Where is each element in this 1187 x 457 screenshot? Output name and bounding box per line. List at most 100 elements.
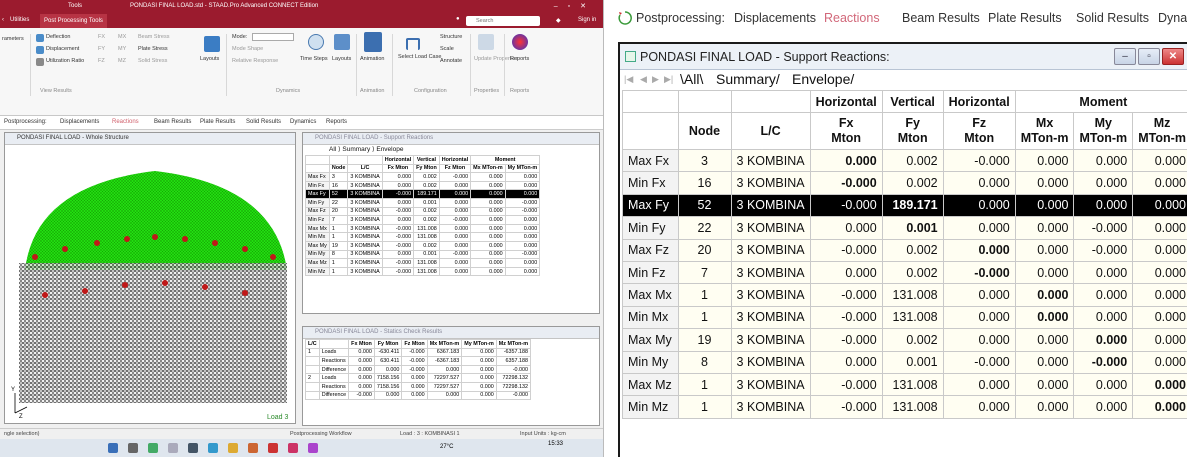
column-header[interactable]: L/C [730, 112, 811, 150]
minimize-icon[interactable]: – [1114, 48, 1136, 65]
fx-button[interactable]: FX [98, 34, 105, 40]
table-row[interactable]: Max Mx 1 3 KOMBINA -0.000 131.008 0.000 0.000 0… [305, 223, 541, 234]
time-steps-button[interactable]: Time Steps [300, 56, 328, 62]
table-row[interactable]: Max Fx 3 3 KOMBINA 0.000 0.002 -0.000 0.000 0.0… [305, 172, 541, 182]
tab-reports[interactable]: Reports [326, 119, 347, 125]
column-header[interactable]: Mx MTon-m [1014, 112, 1075, 150]
mode-select[interactable] [252, 33, 294, 41]
tab-reactions[interactable]: Reactions [112, 119, 139, 125]
table-row[interactable]: 1 Loads 0.000 -630.411 -0.000 6367.183 0.000 -6… [305, 347, 532, 358]
statics-check-window[interactable]: PONDASI FINAL LOAD - Statics Check Resul… [302, 326, 600, 426]
table-row[interactable]: Min Fz 7 3 KOMBINA 0.000 0.002 -0.000 0.000 0.0… [622, 260, 1187, 285]
table-row[interactable]: Max My 19 3 KOMBINA -0.000 0.002 0.000 0.000 0.… [305, 240, 541, 251]
table-row[interactable]: Max Fz 20 3 KOMBINA -0.000 0.002 0.000 0.000 -0… [622, 238, 1187, 262]
column-header[interactable]: Fx Mton [809, 112, 883, 150]
table-row[interactable]: Difference 0.000 0.000 -0.000 0.000 0.000 -0.0… [305, 364, 532, 375]
window-controls[interactable]: –▫✕ [554, 2, 596, 10]
reactions-grid[interactable]: Horizontal Vertical Horizontal Moment No… [622, 90, 1187, 457]
sign-in-link[interactable]: Sign in [578, 17, 596, 23]
table-row[interactable]: Min Mx 1 3 KOMBINA -0.000 131.008 0.000 0.000 0… [305, 232, 541, 242]
table-row[interactable]: Max Fx 3 3 KOMBINA 0.000 0.002 -0.000 0.000 0.0… [622, 148, 1187, 173]
utilization-ratio-button[interactable]: Utilization Ratio [46, 58, 84, 64]
app-icon-6[interactable] [288, 443, 298, 453]
app-icon-2[interactable] [208, 443, 218, 453]
column-header[interactable]: Mz MTon-m [1132, 112, 1187, 150]
structure-button[interactable]: Structure [440, 34, 462, 40]
tab-solid-results[interactable]: Solid Results [246, 119, 281, 125]
tab-plate-results-zoom[interactable]: Plate Results [988, 11, 1062, 25]
sheet-tab-summary[interactable]: Summary/ [716, 71, 780, 87]
displacement-button[interactable]: Displacement [46, 46, 79, 52]
table-row[interactable]: Min My 8 3 KOMBINA 0.000 0.001 -0.000 0.000 -0.… [622, 350, 1187, 374]
annotate-button[interactable]: Annotate [440, 58, 462, 64]
help-icon[interactable]: ● [456, 16, 460, 22]
deflection-button[interactable]: Deflection [46, 34, 70, 40]
tab-beam-results[interactable]: Beam Results [154, 119, 191, 125]
table-row[interactable]: Max Mx 1 3 KOMBINA -0.000 131.008 0.000 0.000 0… [622, 283, 1187, 307]
table-row[interactable]: Difference -0.000 0.000 0.000 0.000 0.000 -0.0… [305, 390, 532, 401]
tab-utilities[interactable]: Utilities [10, 17, 29, 23]
table-row[interactable]: Min Fx 16 3 KOMBINA 0.000 0.002 0.000 0.000 0.0… [305, 180, 541, 191]
scale-button[interactable]: Scale [440, 46, 454, 52]
solid-stress-button[interactable]: Solid Stress [138, 58, 167, 64]
support-reactions-mini-window[interactable]: PONDASI FINAL LOAD - Support Reactions A… [302, 132, 600, 314]
user-icon[interactable]: ◆ [556, 17, 561, 24]
table-row[interactable]: Max Mz 1 3 KOMBINA -0.000 131.008 0.000 0.000 0… [622, 372, 1187, 397]
sheet-tab-envelope[interactable]: Envelope/ [792, 71, 854, 87]
table-row[interactable]: Max My 19 3 KOMBINA -0.000 0.002 0.000 0.000 0.… [622, 328, 1187, 352]
table-row[interactable]: Min Mx 1 3 KOMBINA -0.000 131.008 0.000 0.000 0… [622, 305, 1187, 330]
structure-3d-view[interactable]: Load 3 Y Z [5, 145, 295, 423]
support-reactions-window[interactable]: PONDASI FINAL LOAD - Support Reactions: … [618, 42, 1187, 457]
tab-post-processing-tools[interactable]: Post Processing Tools [40, 14, 107, 28]
reports-button[interactable]: Reports [510, 56, 529, 62]
tab-solid-results-zoom[interactable]: Solid Results [1076, 11, 1149, 25]
table-row[interactable]: Reactions 0.000 7158.156 0.000 72297.527 0.00… [305, 381, 532, 392]
table-row[interactable]: Reactions 0.000 630.411 -0.000 -6367.183 0.00… [305, 356, 532, 366]
first-sheet-icon[interactable]: |◀ [624, 74, 633, 85]
next-sheet-icon[interactable]: ▶ [652, 74, 659, 85]
table-row[interactable]: Min Fy 22 3 KOMBINA 0.000 0.001 0.000 0.000 -0.… [622, 216, 1187, 240]
mx-button[interactable]: MX [118, 34, 126, 40]
table-row[interactable]: Min Fz 7 3 KOMBINA 0.000 0.002 -0.000 0.000 0.0… [305, 215, 541, 225]
table-row[interactable]: Min Fy 22 3 KOMBINA 0.000 0.001 0.000 0.000 -0.… [305, 197, 541, 208]
fz-button[interactable]: FZ [98, 58, 105, 64]
fy-button[interactable]: FY [98, 46, 105, 52]
table-row[interactable]: Min Mz 1 3 KOMBINA -0.000 131.008 0.000 0.000 0… [622, 395, 1187, 419]
mode-shape-button[interactable]: Mode Shape [232, 46, 263, 52]
close-icon[interactable]: ✕ [1162, 48, 1184, 65]
tab-displacements[interactable]: Displacements [60, 119, 99, 125]
select-load-case-button[interactable]: Select Load Case [398, 54, 441, 60]
column-header[interactable]: Node [677, 112, 732, 150]
column-header[interactable]: My MTon-m [1073, 112, 1134, 150]
taskview-icon[interactable] [148, 443, 158, 453]
table-row[interactable]: Min Fx 16 3 KOMBINA -0.000 0.002 0.000 0.000 0.… [622, 171, 1187, 195]
my-button[interactable]: MY [118, 46, 126, 52]
tab-dynamic-zoom[interactable]: Dynamic [1158, 11, 1187, 25]
app-icon-1[interactable] [188, 443, 198, 453]
column-header[interactable]: Fy Mton [881, 112, 944, 150]
column-header[interactable]: Fz Mton [942, 112, 1016, 150]
table-row[interactable]: Max Fy 52 3 KOMBINA -0.000 189.171 0.000 0.000… [305, 189, 541, 199]
whole-structure-window[interactable]: PONDASI FINAL LOAD - Whole Structure Loa… [4, 132, 296, 424]
prev-sheet-icon[interactable]: ◀ [640, 74, 647, 85]
table-row[interactable]: Max Fz 20 3 KOMBINA -0.000 0.002 0.000 0.000 -0… [305, 206, 541, 217]
tab-reactions-zoom[interactable]: Reactions [824, 11, 880, 25]
search-input[interactable]: Search [466, 16, 540, 26]
table-row[interactable]: 2 Loads 0.000 7158.156 0.000 72297.527 0.000 72… [305, 373, 532, 383]
layouts-button[interactable]: Layouts [200, 56, 219, 62]
tab-plate-results[interactable]: Plate Results [200, 119, 235, 125]
app-icon-4[interactable] [248, 443, 258, 453]
app-icon-5[interactable] [268, 443, 278, 453]
tab-dynamics[interactable]: Dynamics [290, 119, 316, 125]
start-icon[interactable] [108, 443, 118, 453]
widgets-icon[interactable] [168, 443, 178, 453]
last-sheet-icon[interactable]: ▶| [664, 74, 673, 85]
animation-button[interactable]: Animation [360, 56, 384, 62]
table-row[interactable]: Min My 8 3 KOMBINA 0.000 0.001 -0.000 0.000 -0.… [305, 249, 541, 260]
search-task-icon[interactable] [128, 443, 138, 453]
table-row[interactable]: Max Mz 1 3 KOMBINA -0.000 131.008 0.000 0.000 0… [305, 258, 541, 268]
collapse-icon[interactable]: ‹ [2, 17, 4, 23]
layouts-dyn-button[interactable]: Layouts [332, 56, 351, 62]
plate-stress-button[interactable]: Plate Stress [138, 46, 168, 52]
parameters-button[interactable]: rameters [2, 36, 24, 42]
